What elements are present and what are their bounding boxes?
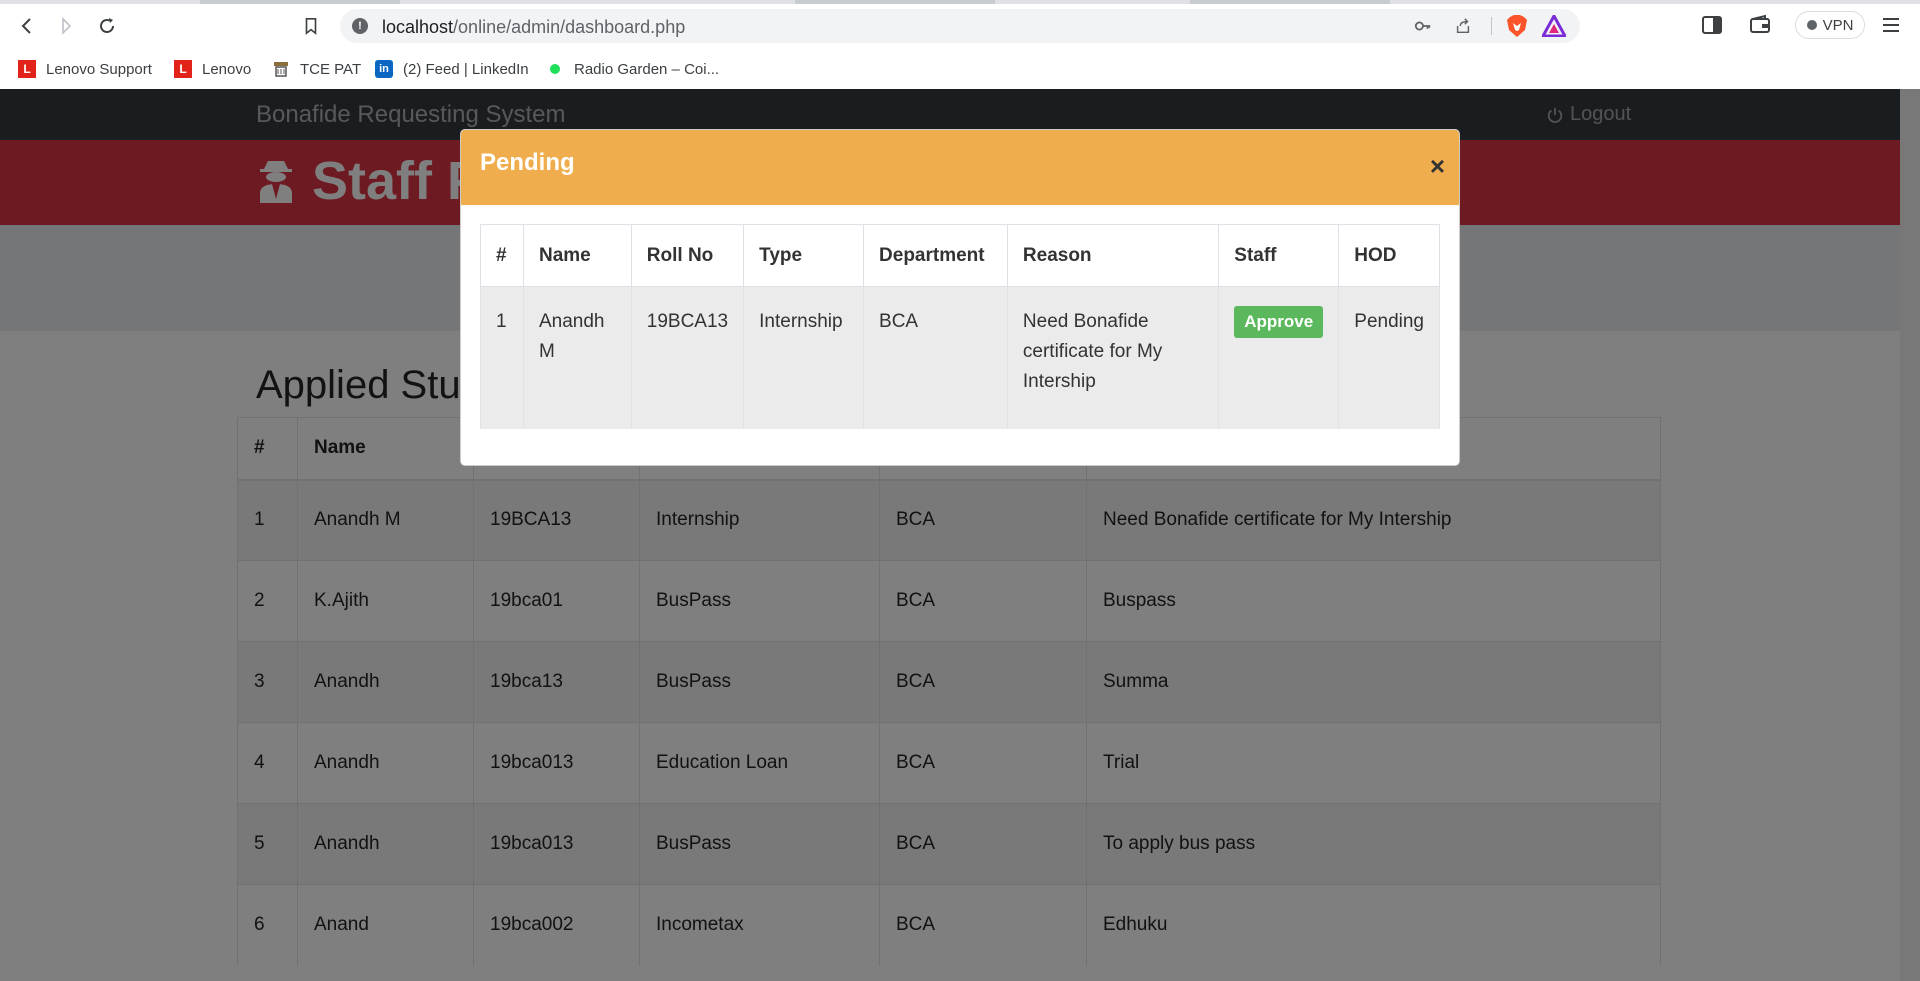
pending-modal: Pending × # Name Roll No Type Department… [460, 129, 1460, 466]
bookmark-label: Lenovo Support [46, 60, 152, 78]
table-cell: Approve [1218, 286, 1340, 429]
table-cell: 19BCA13 [630, 286, 745, 429]
pending-table: # Name Roll No Type Department Reason St… [480, 224, 1440, 429]
column-header: Roll No [630, 224, 745, 287]
key-icon[interactable] [1414, 17, 1432, 35]
column-header: Reason [1006, 224, 1220, 287]
tab-strip [0, 0, 1920, 4]
bookmark-lenovo-support[interactable]: L Lenovo Support [18, 56, 152, 82]
table-cell: Need Bonafide certificate for My Intersh… [1006, 286, 1220, 429]
table-cell: Internship [743, 286, 865, 429]
modal-header: Pending × [461, 130, 1459, 205]
radio-garden-icon [546, 60, 564, 78]
linkedin-icon: in [375, 60, 393, 78]
wallet-icon[interactable] [1749, 14, 1771, 36]
sidebar-toggle-icon[interactable] [1701, 14, 1723, 36]
bookmark-label: (2) Feed | LinkedIn [403, 60, 529, 78]
column-header: HOD [1338, 224, 1440, 287]
table-cell: BCA [863, 286, 1008, 429]
lenovo-icon: L [18, 60, 36, 78]
column-header: # [480, 224, 524, 287]
vpn-button[interactable]: VPN [1795, 11, 1865, 39]
bookmark-linkedin[interactable]: in (2) Feed | LinkedIn [375, 56, 529, 82]
modal-title: Pending [480, 149, 575, 176]
bookmark-tce-pat[interactable]: TCE PAT [272, 56, 361, 82]
column-header: Name [522, 224, 632, 287]
divider [1491, 17, 1492, 35]
hod-status: Pending [1338, 286, 1440, 429]
back-icon[interactable] [13, 12, 41, 40]
approve-button[interactable]: Approve [1234, 306, 1324, 338]
bookmark-label: Radio Garden – Coi... [574, 60, 720, 78]
forward-icon[interactable] [52, 12, 80, 40]
bookmark-radio-garden[interactable]: Radio Garden – Coi... [546, 56, 719, 82]
table-cell: 1 [480, 286, 524, 429]
address-bar[interactable]: ! localhost/online/admin/dashboard.php [340, 9, 1580, 43]
bookmark-lenovo[interactable]: L Lenovo [174, 56, 251, 82]
site-info-icon[interactable]: ! [352, 18, 368, 34]
vpn-label: VPN [1822, 16, 1854, 34]
close-icon[interactable]: × [1430, 153, 1445, 179]
column-header: Department [863, 224, 1008, 287]
bookmark-label: Lenovo [202, 60, 252, 78]
menu-icon[interactable] [1881, 15, 1901, 35]
lenovo-icon: L [174, 60, 192, 78]
bookmark-page-icon[interactable] [298, 12, 324, 40]
table-cell: Anandh M [522, 286, 632, 429]
bookmarks-bar: L Lenovo Support L Lenovo TCE PAT in (2)… [0, 52, 1920, 88]
tce-logo-icon [272, 60, 290, 78]
url-text[interactable]: localhost/online/admin/dashboard.php [382, 17, 685, 38]
reload-icon[interactable] [93, 12, 121, 40]
column-header: Staff [1218, 224, 1340, 287]
brave-rewards-icon[interactable] [1542, 15, 1566, 37]
table-header-row: # Name Roll No Type Department Reason St… [480, 224, 1440, 287]
table-row: 1 Anandh M 19BCA13 Internship BCA Need B… [480, 286, 1440, 429]
column-header: Type [743, 224, 865, 287]
browser-toolbar: ! localhost/online/admin/dashboard.php V… [0, 0, 1920, 52]
share-icon[interactable] [1454, 17, 1472, 35]
bookmark-label: TCE PAT [300, 60, 362, 78]
brave-shields-icon[interactable] [1506, 14, 1528, 38]
vpn-status-icon [1806, 20, 1817, 30]
